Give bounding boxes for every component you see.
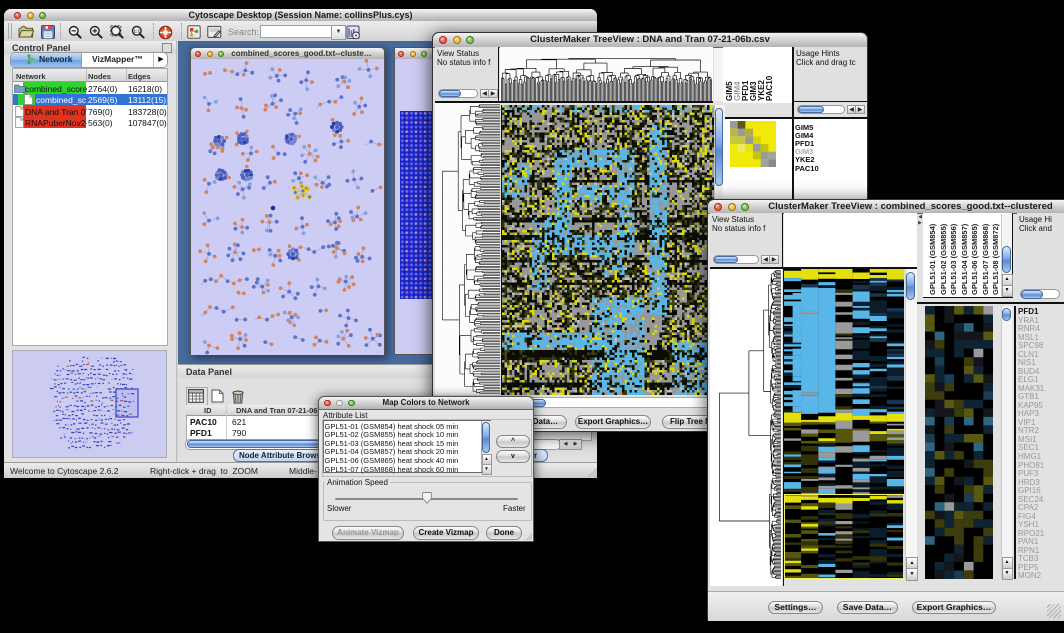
svg-text:1:1: 1:1 bbox=[133, 29, 140, 34]
